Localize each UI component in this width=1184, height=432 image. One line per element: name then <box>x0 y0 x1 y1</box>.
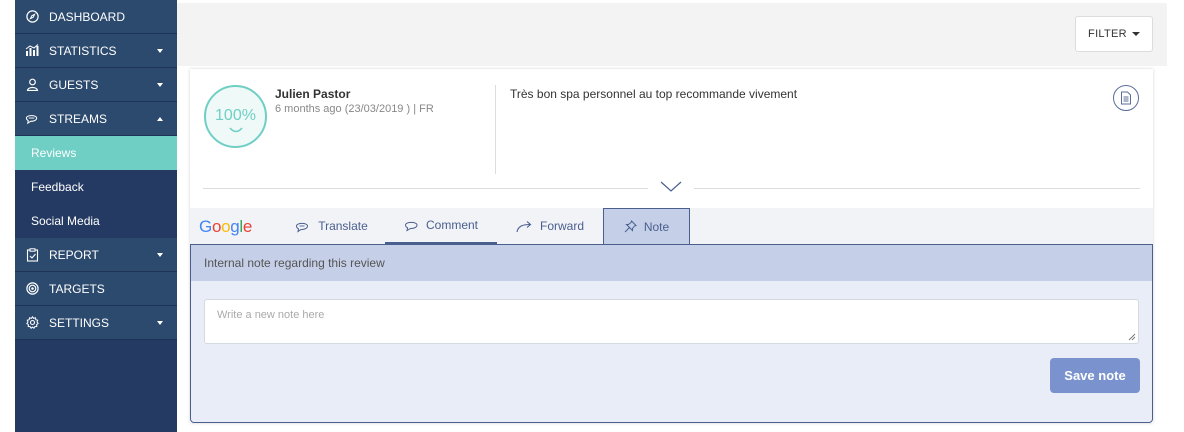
sidebar-subitem-reviews[interactable]: Reviews <box>15 136 177 170</box>
sidebar-subitem-label: Feedback <box>31 180 84 194</box>
chat-bubbles-icon <box>25 112 39 126</box>
sidebar-item-guests[interactable]: GUESTS <box>15 68 177 102</box>
chevron-down-icon <box>157 83 163 87</box>
tab-label: Note <box>643 219 670 234</box>
review-meta: 6 months ago (23/03/2019 ) | FR <box>275 103 434 115</box>
sidebar-item-label: STATISTICS <box>49 43 117 58</box>
translate-icon <box>296 222 309 233</box>
sidebar-item-label: STREAMS <box>49 111 108 126</box>
review-text: Très bon spa personnel au top recommande… <box>510 87 798 101</box>
sidebar-item-label: SETTINGS <box>49 315 110 330</box>
tab-forward[interactable]: Forward <box>497 208 603 244</box>
sidebar-item-label: REPORT <box>49 247 99 262</box>
sidebar-item-label: TARGETS <box>49 281 105 296</box>
sidebar-item-settings[interactable]: SETTINGS <box>15 306 177 340</box>
sidebar-item-label: DASHBOARD <box>49 9 126 24</box>
tab-label: Forward <box>539 219 584 233</box>
resize-grip-icon[interactable] <box>1128 333 1136 341</box>
score-value: 100% <box>215 107 256 124</box>
forward-icon <box>516 220 532 232</box>
bar-chart-icon <box>25 44 39 58</box>
sidebar-subitem-social-media[interactable]: Social Media <box>15 204 177 238</box>
sidebar-item-statistics[interactable]: STATISTICS <box>15 34 177 68</box>
filter-button-label: FILTER <box>1088 28 1127 40</box>
sidebar-subitem-label: Social Media <box>31 214 100 228</box>
gear-icon <box>25 316 39 330</box>
sidebar-item-dashboard[interactable]: DASHBOARD <box>15 0 177 34</box>
caret-down-icon <box>1131 32 1140 36</box>
filter-button[interactable]: FILTER <box>1075 16 1153 52</box>
divider <box>495 85 496 174</box>
chevron-down-icon <box>157 49 163 53</box>
divider <box>694 188 1140 189</box>
tab-label: Comment <box>425 218 478 232</box>
note-input[interactable] <box>204 299 1139 344</box>
comment-icon <box>404 221 418 231</box>
divider <box>203 188 648 189</box>
sidebar-item-targets[interactable]: TARGETS <box>15 272 177 306</box>
sidebar-item-report[interactable]: REPORT <box>15 238 177 272</box>
target-icon <box>25 282 39 296</box>
top-bar: FILTER <box>177 3 1167 66</box>
sidebar-item-streams[interactable]: STREAMS <box>15 102 177 136</box>
document-icon[interactable] <box>1113 85 1139 111</box>
chevron-up-icon <box>157 117 163 121</box>
action-tabs: Google Translate Comment Forward Note <box>190 208 1153 244</box>
chevron-down-icon <box>157 321 163 325</box>
clipboard-icon <box>25 247 39 262</box>
tab-note[interactable]: Note <box>603 208 690 244</box>
note-header: Internal note regarding this review <box>191 245 1152 281</box>
user-icon <box>25 78 39 92</box>
review-author: Julien Pastor <box>275 87 351 101</box>
score-badge: 100% <box>204 85 267 148</box>
sidebar: DASHBOARD STATISTICS GUESTS STREAMS Revi… <box>15 0 177 432</box>
tab-label: Translate <box>318 219 368 233</box>
page: DASHBOARD STATISTICS GUESTS STREAMS Revi… <box>0 0 1184 432</box>
smiley-icon <box>229 127 243 133</box>
sidebar-subitem-feedback[interactable]: Feedback <box>15 170 177 204</box>
chevron-down-icon <box>157 253 163 257</box>
sidebar-item-label: GUESTS <box>49 77 99 92</box>
tab-translate[interactable]: Translate <box>278 208 385 244</box>
compass-icon <box>25 10 39 24</box>
tab-comment[interactable]: Comment <box>385 208 497 244</box>
google-logo: Google <box>199 217 253 236</box>
pin-icon <box>624 220 637 233</box>
review-card: 100% Julien Pastor 6 months ago (23/03/2… <box>190 69 1153 423</box>
expand-chevron-icon[interactable] <box>660 181 682 193</box>
note-panel: Internal note regarding this review Save… <box>190 244 1153 423</box>
save-note-button[interactable]: Save note <box>1050 358 1140 393</box>
sidebar-subitem-label: Reviews <box>31 146 77 160</box>
